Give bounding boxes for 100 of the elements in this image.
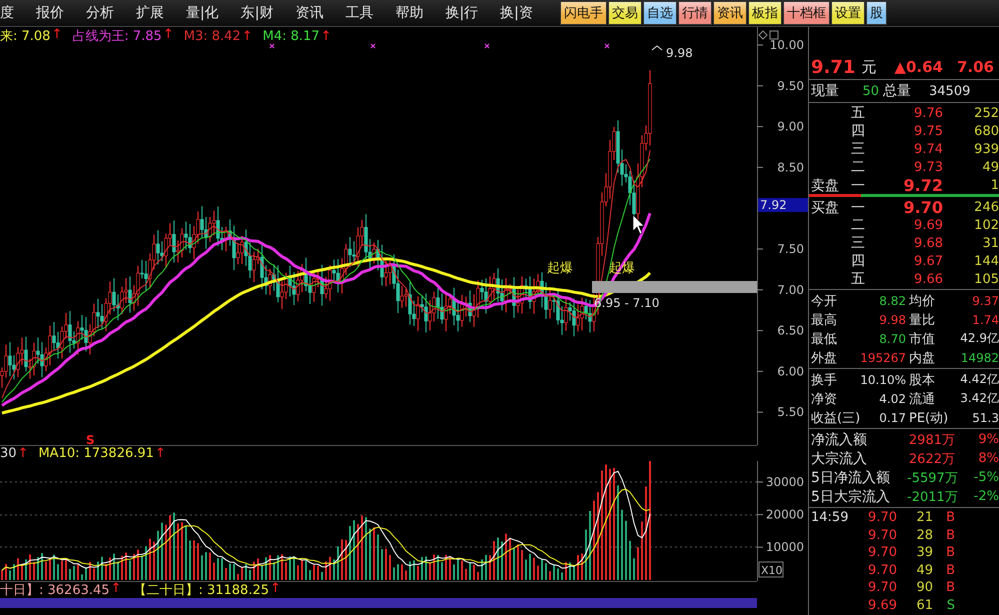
indicator-value: MA10: 173826.91 [38, 446, 154, 461]
flow-amount: -2011万 [907, 488, 955, 506]
toolbar-button[interactable]: 自选 [642, 1, 677, 25]
tick-time: 14:59 [811, 510, 850, 526]
level-label: 五 [851, 270, 866, 288]
toolbar-button[interactable]: 股 [866, 1, 887, 25]
tick-side: B [945, 562, 955, 578]
flow-label: 5日大宗流入 [811, 488, 891, 506]
menu-item[interactable]: 换|行 [434, 4, 490, 22]
level-label: 二 [851, 216, 866, 234]
toolbar-button[interactable]: 十档框 [782, 1, 830, 25]
level-label: 二 [851, 158, 866, 176]
signal-marker: S [86, 433, 95, 445]
menu-item[interactable]: 扩展 [125, 4, 175, 22]
toolbar-button[interactable]: 交易 [608, 1, 642, 25]
tick-side: B [945, 580, 955, 596]
field-label: 净资 [811, 390, 838, 408]
level-label: 一 [851, 176, 866, 194]
up-arrow-icon: ↑ [270, 581, 281, 599]
ask-volume: 680 [973, 124, 999, 138]
field-value: 4.42亿 [959, 371, 999, 388]
field-label: 均价 [909, 292, 936, 310]
flow-percent: -2% [972, 489, 999, 504]
ask-price: 9.73 [913, 160, 943, 174]
toolbar-button[interactable]: 设置 [830, 1, 865, 25]
price-axis-label: 9.00 [777, 120, 804, 134]
bid-volume: 105 [973, 272, 999, 286]
menu-item[interactable]: 资讯 [284, 4, 334, 22]
high-price-label: 9.98 [666, 46, 693, 60]
tick-side: B [945, 510, 955, 526]
tick-volume: 28 [915, 528, 933, 543]
tick-side: S [946, 598, 955, 613]
toolbar-button[interactable]: 行情 [678, 1, 712, 25]
currency-unit: 元 [861, 58, 876, 76]
up-arrow-icon: ↑ [154, 446, 166, 461]
indicator-value: 30 [0, 446, 17, 461]
diamond-icon [758, 30, 768, 40]
ask-price: 9.72 [902, 176, 943, 195]
flow-amount: -5597万 [907, 470, 955, 486]
volume-axis-label: 10000 [766, 540, 804, 554]
toolbar-button[interactable]: 板指 [748, 1, 782, 25]
indicator-value: M3: 8.42 [184, 28, 241, 44]
field-value: 14982 [960, 350, 999, 364]
menu-item[interactable]: 量|化 [175, 4, 230, 22]
field-label: 今开 [811, 292, 838, 310]
ask-volume: 939 [973, 142, 999, 156]
cross-mark-icon [604, 43, 610, 49]
tick-price: 9.70 [867, 510, 897, 526]
indicator-value: 占线为王: 7.85 [72, 28, 162, 45]
toolbar-button[interactable]: 闪电手 [560, 1, 607, 25]
level-label: 四 [851, 252, 866, 270]
bid-volume: 144 [973, 254, 999, 268]
ask-volume: 49 [981, 160, 999, 174]
menu-item[interactable]: 东|财 [230, 4, 284, 22]
bid-price: 9.67 [913, 254, 943, 268]
menu-item[interactable]: 报价 [25, 4, 75, 22]
bid-volume: 31 [981, 236, 999, 250]
menu-item[interactable]: 换|资 [489, 4, 544, 22]
level-label: 四 [851, 122, 866, 140]
field-value: 8.82 [878, 294, 907, 308]
toolbar-button[interactable]: 资讯 [712, 1, 747, 25]
ask-price: 9.76 [913, 106, 943, 120]
field-label: 流通 [909, 390, 936, 408]
menu-item[interactable]: 工具 [334, 4, 384, 22]
field-value: 1.74 [971, 312, 999, 326]
price-axis-label: 7.50 [777, 242, 804, 256]
scale-button[interactable]: X10 [758, 562, 784, 578]
menu-item[interactable]: 分析 [75, 4, 125, 22]
field-label: 换手 [811, 372, 838, 388]
level-label: 三 [851, 234, 866, 252]
menu-item[interactable]: 帮助 [384, 4, 434, 22]
ask-price: 9.75 [913, 124, 943, 138]
price-axis-label: 7.00 [777, 282, 804, 297]
field-value: 51.3 [971, 410, 999, 424]
field-label: 收益(三) [811, 410, 859, 426]
flow-label: 净流入额 [811, 430, 868, 448]
tick-volume: 21 [915, 510, 933, 526]
cross-mark-icon [370, 43, 376, 49]
high-price-pointer [652, 45, 662, 50]
bid-price: 9.70 [902, 198, 943, 217]
cross-mark-icon [484, 43, 490, 49]
tick-side: B [945, 545, 955, 560]
level-label: 五 [851, 104, 866, 122]
field-value: 4.02 [878, 392, 907, 406]
flow-percent: -5% [972, 470, 999, 485]
price-axis-label: 10.00 [770, 38, 804, 52]
side-label: 卖盘 [811, 176, 840, 194]
flow-label: 大宗流入 [811, 450, 868, 468]
flow-amount: 2622万 [908, 450, 955, 468]
signal-label: 起爆 [547, 261, 573, 276]
field-label: 最低 [811, 330, 838, 348]
cross-mark-icon [269, 43, 275, 49]
flow-label: 5日净流入额 [811, 468, 891, 486]
flow-percent: 8% [977, 451, 999, 466]
up-arrow-icon: ↑ [51, 27, 62, 45]
menu-item[interactable]: 度 [0, 4, 25, 22]
indicator-value: 十日】: 36263.45 [0, 582, 110, 599]
tick-volume: 39 [915, 545, 933, 560]
field-value: 42.9亿 [959, 330, 999, 347]
field-value: 8.70 [878, 332, 907, 346]
